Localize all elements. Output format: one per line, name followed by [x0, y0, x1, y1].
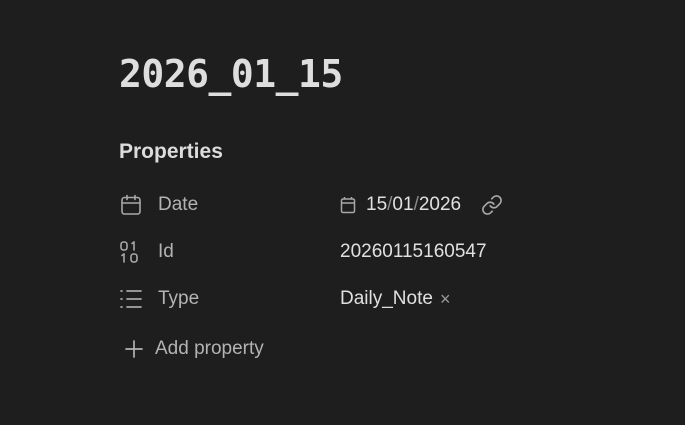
property-key-label: Type — [158, 288, 200, 309]
calendar-icon — [119, 192, 145, 218]
calendar-picker-icon[interactable] — [340, 196, 356, 214]
property-key-id[interactable]: Id — [119, 239, 340, 265]
id-value[interactable]: 20260115160547 — [340, 241, 487, 263]
close-icon[interactable]: × — [440, 289, 451, 310]
property-key-date[interactable]: Date — [119, 192, 340, 218]
property-key-type[interactable]: Type — [119, 286, 340, 312]
date-year: 2026 — [418, 194, 462, 215]
link-icon[interactable] — [481, 194, 503, 216]
property-row-type: Type Daily_Note × — [119, 282, 559, 316]
note-title[interactable]: 2026_01_15 — [119, 50, 343, 98]
date-day: 15 — [366, 194, 388, 215]
plus-icon — [124, 339, 144, 359]
type-value: Daily_Note × — [340, 288, 450, 310]
property-row-date: Date 15/01/2026 — [119, 188, 559, 222]
date-value[interactable]: 15/01/2026 — [340, 194, 503, 216]
add-property-label: Add property — [155, 338, 264, 359]
property-key-label: Date — [158, 194, 199, 215]
property-key-label: Id — [158, 241, 174, 262]
property-row-id: Id 20260115160547 — [119, 235, 559, 269]
add-property-button[interactable]: Add property — [124, 338, 264, 360]
binary-icon — [119, 239, 145, 265]
properties-heading[interactable]: Properties — [119, 138, 223, 166]
date-month: 01 — [392, 194, 414, 215]
type-tag[interactable]: Daily_Note — [340, 288, 433, 310]
list-icon — [119, 286, 145, 312]
